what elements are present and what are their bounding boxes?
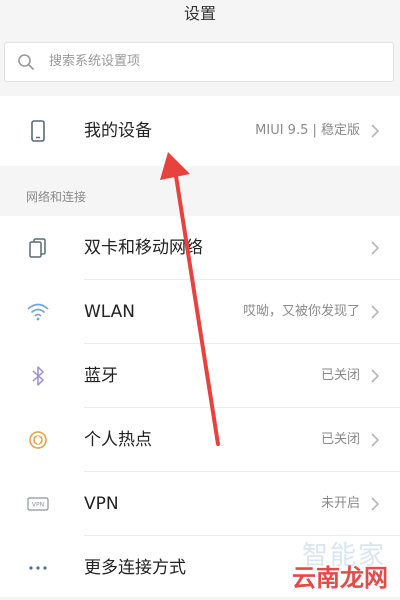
more-icon [29,566,47,570]
network-item-label: VPN [84,494,119,514]
section-header-network: 网络和连接 [0,176,400,216]
network-item-value: 已关闭 [320,368,360,383]
chevron-right-icon [371,369,380,383]
network-item-label: 蓝牙 [84,366,118,386]
network-item-label: 个人热点 [84,430,152,450]
network-item-label: WLAN [84,302,136,322]
network-item-wlan[interactable]: WLAN 哎呦，又被你发现了 [0,280,400,344]
dual-sim-icon [29,238,46,258]
watermark: 智能家 云南龙网 [242,535,392,595]
network-item-label: 更多连接方式 [84,558,186,578]
search-icon [18,54,34,70]
network-item-value: 未开启 [320,496,360,511]
chevron-right-icon [371,433,380,447]
network-item-bluetooth[interactable]: 蓝牙 已关闭 [0,344,400,408]
network-item-value: 已关闭 [320,432,360,447]
watermark-line2: 云南龙网 [292,564,388,592]
hotspot-icon [29,431,47,449]
network-item-label: 双卡和移动网络 [84,238,203,258]
vpn-icon: VPN [27,497,49,511]
network-item-value: 哎呦，又被你发现了 [242,304,360,319]
wifi-icon [27,303,49,321]
network-item-hotspot[interactable]: 个人热点 已关闭 [0,408,400,472]
network-item-vpn[interactable]: VPN VPN 未开启 [0,472,400,536]
device-card: 我的设备 MIUI 9.5 | 稳定版 [0,96,400,166]
my-device-label: 我的设备 [84,121,152,141]
chevron-right-icon [371,497,380,511]
title-bar: 设置 [0,0,400,30]
section-title: 网络和连接 [26,190,87,204]
chevron-right-icon [371,241,380,255]
bluetooth-icon [32,366,44,386]
my-device-value: MIUI 9.5 | 稳定版 [255,123,360,138]
my-device-row[interactable]: 我的设备 MIUI 9.5 | 稳定版 [0,99,400,163]
search-placeholder: 搜索系统设置项 [49,54,141,69]
search-bar[interactable]: 搜索系统设置项 [4,42,394,82]
phone-icon [31,120,45,142]
svg-text:VPN: VPN [32,502,44,509]
chevron-right-icon [371,124,380,138]
chevron-right-icon [371,305,380,319]
page-title: 设置 [183,4,216,23]
network-item-dual-sim[interactable]: 双卡和移动网络 [0,216,400,280]
